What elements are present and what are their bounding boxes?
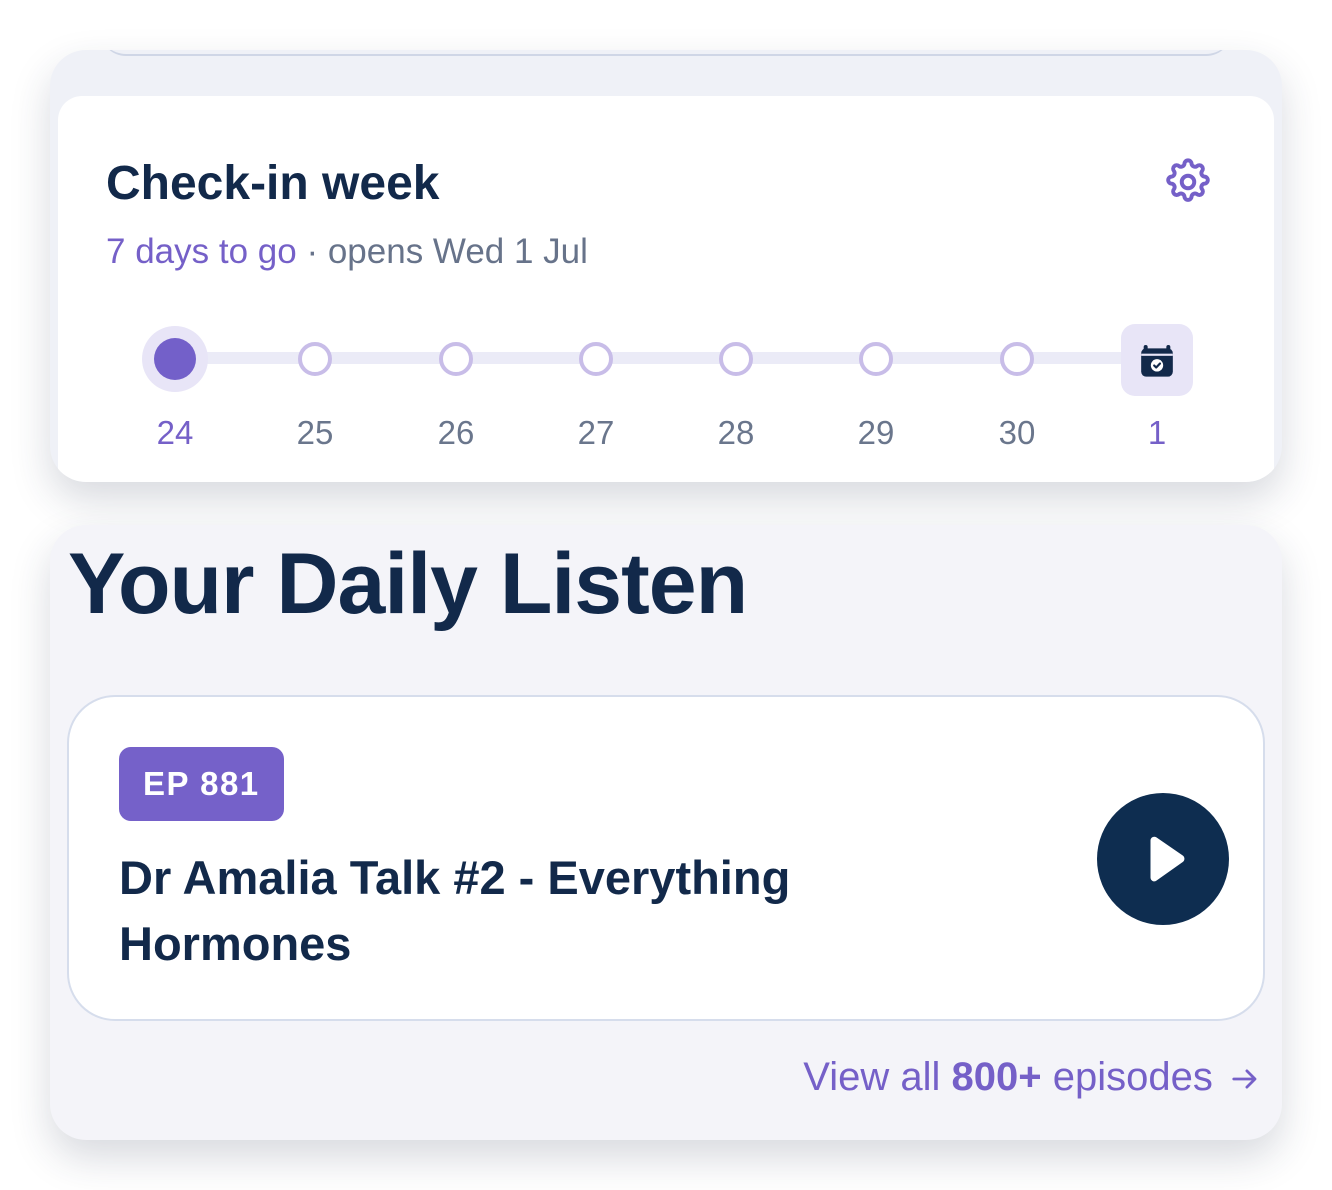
- gear-icon: [1166, 158, 1210, 202]
- day-label: 25: [296, 414, 334, 451]
- checkin-subtitle: 7 days to go · opens Wed 1 Jul: [106, 232, 588, 272]
- arrow-right-icon: [1232, 1069, 1257, 1089]
- daily-listen-title: Your Daily Listen: [68, 536, 748, 632]
- day-label: 1: [1147, 414, 1167, 451]
- countdown-text: 7 days to go: [106, 232, 297, 271]
- subtitle-separator: ·: [306, 232, 319, 271]
- day-node-28[interactable]: [719, 342, 753, 376]
- view-all-prefix: View all: [803, 1055, 941, 1099]
- day-label: 28: [717, 414, 755, 451]
- view-all-suffix: episodes: [1052, 1055, 1213, 1099]
- day-node-25[interactable]: [298, 342, 332, 376]
- settings-button[interactable]: [1162, 156, 1214, 208]
- previous-card-edge: [100, 50, 1232, 56]
- episode-number-badge: EP 881: [119, 747, 284, 821]
- day-node-24-current[interactable]: [142, 326, 208, 392]
- day-node-27[interactable]: [579, 342, 613, 376]
- episode-count: 800+: [951, 1055, 1042, 1099]
- day-label: 27: [577, 414, 615, 451]
- day-label: 30: [998, 414, 1036, 451]
- day-node-1-checkin[interactable]: [1121, 324, 1193, 396]
- day-label: 29: [857, 414, 895, 451]
- view-all-episodes-link[interactable]: View all 800+ episodes: [803, 1055, 1262, 1100]
- day-node-29[interactable]: [859, 342, 893, 376]
- day-label: 26: [437, 414, 475, 451]
- opens-date-text: opens Wed 1 Jul: [327, 232, 588, 271]
- play-icon: [1150, 836, 1185, 882]
- episode-title: Dr Amalia Talk #2 - Everything Hormones: [119, 851, 791, 970]
- checkin-week-card: Check-in week 7 days to go · opens Wed 1…: [58, 96, 1274, 482]
- checkin-section: Check-in week 7 days to go · opens Wed 1…: [50, 50, 1282, 482]
- play-button[interactable]: [1097, 793, 1229, 925]
- episode-card[interactable]: EP 881 Dr Amalia Talk #2 - Everything Ho…: [67, 695, 1265, 1021]
- day-label: 24: [156, 414, 194, 451]
- day-node-26[interactable]: [439, 342, 473, 376]
- calendar-check-icon: [1141, 345, 1173, 377]
- day-node-30[interactable]: [1000, 342, 1034, 376]
- checkin-title: Check-in week: [106, 157, 440, 210]
- daily-listen-section: Your Daily Listen EP 881 Dr Amalia Talk …: [50, 525, 1282, 1140]
